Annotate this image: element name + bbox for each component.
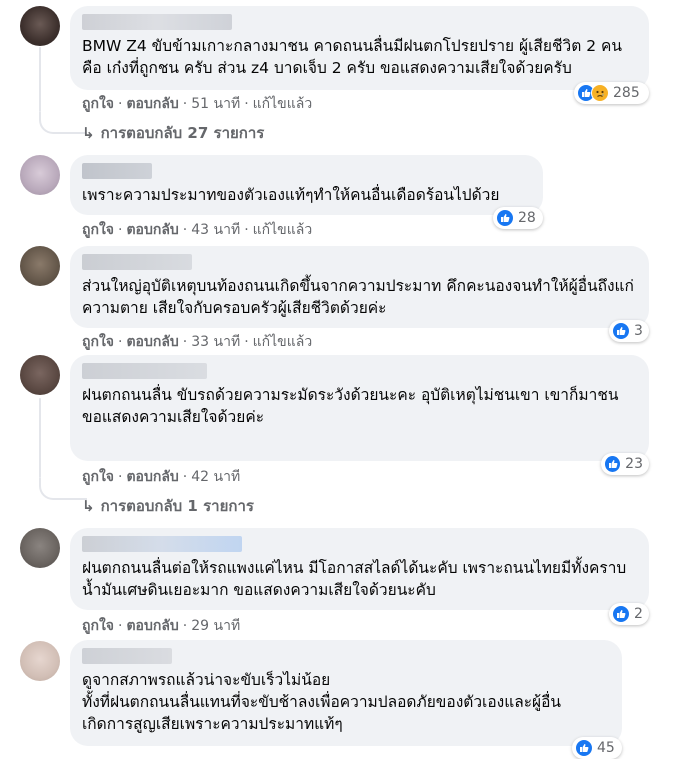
avatar[interactable] (20, 641, 60, 681)
comment-time[interactable]: 33 นาที (191, 334, 240, 350)
like-reaction-icon (575, 739, 593, 757)
comment-bubble: ส่วนใหญ่อุบัติเหตุบนท้องถนนเกิดขึ้นจากคว… (70, 246, 649, 328)
comment-time[interactable]: 29 นาที (191, 618, 240, 634)
commenter-name[interactable] (82, 254, 192, 270)
reaction-count: 285 (613, 85, 640, 101)
comment-time[interactable]: 42 นาที (191, 469, 240, 485)
comment-text: ส่วนใหญ่อุบัติเหตุบนท้องถนนเกิดขึ้นจากคว… (82, 277, 634, 317)
reply-button[interactable]: ตอบกลับ (126, 469, 178, 485)
comment-text: เพราะความประมาทของตัวเองแท้ๆทำให้คนอื่นเ… (82, 186, 500, 204)
reaction-summary[interactable]: 23 (601, 453, 649, 475)
reply-button[interactable]: ตอบกลับ (126, 334, 178, 350)
comment-text: ฝนตกถนนลื่น ขับรถด้วยความระมัดระวังด้วยน… (82, 386, 619, 426)
edited-label: แก้ไขแล้ว (252, 334, 313, 350)
sad-reaction-icon (591, 84, 609, 102)
comment-time[interactable]: 51 นาที (191, 96, 240, 112)
avatar[interactable] (20, 6, 60, 46)
thread-connector (39, 112, 87, 134)
comment-bubble: เพราะความประมาทของตัวเองแท้ๆทำให้คนอื่นเ… (70, 155, 543, 215)
commenter-name[interactable] (82, 363, 207, 379)
like-button[interactable]: ถูกใจ (82, 618, 114, 634)
like-button[interactable]: ถูกใจ (82, 469, 114, 485)
comment-actions: ถูกใจ · ตอบกลับ · 42 นาที (82, 469, 241, 485)
reaction-count: 3 (634, 323, 643, 339)
avatar[interactable] (20, 528, 60, 568)
comment-actions: ถูกใจ · ตอบกลับ · 51 นาที · แก้ไขแล้ว (82, 96, 313, 112)
comment-bubble: ฝนตกถนนลื่น ขับรถด้วยความระมัดระวังด้วยน… (70, 355, 649, 461)
avatar[interactable] (20, 246, 60, 286)
commenter-name[interactable] (82, 163, 152, 179)
view-replies-button[interactable]: ↳ การตอบกลับ 1 รายการ (82, 494, 254, 518)
comment-actions: ถูกใจ · ตอบกลับ · 33 นาที · แก้ไขแล้ว (82, 334, 313, 350)
like-reaction-icon (496, 209, 514, 227)
commenter-name[interactable] (82, 14, 232, 30)
reply-button[interactable]: ตอบกลับ (126, 96, 178, 112)
edited-label: แก้ไขแล้ว (252, 222, 313, 238)
reaction-count: 2 (634, 606, 643, 622)
reaction-summary[interactable]: 3 (609, 320, 649, 342)
comment-text: ฝนตกถนนลื่นต่อให้รถแพงแค่ไหน มีโอกาสสไลด… (82, 559, 627, 599)
reaction-summary[interactable]: 2 (609, 603, 649, 625)
like-button[interactable]: ถูกใจ (82, 96, 114, 112)
reply-button[interactable]: ตอบกลับ (126, 618, 178, 634)
reaction-count: 28 (518, 210, 536, 226)
view-replies-button[interactable]: ↳ การตอบกลับ 27 รายการ (82, 121, 264, 145)
comment-text: BMW Z4 ขับข้ามเกาะกลางมาชน คาดถนนลื่นมีฝ… (82, 37, 622, 77)
comment-text: ดูจากสภาพรถแล้วน่าจะขับเร็วไม่น้อย ทั้งท… (82, 671, 562, 733)
comment-actions: ถูกใจ · ตอบกลับ · 29 นาที (82, 618, 241, 634)
reply-arrow-icon: ↳ (82, 124, 95, 142)
comment-time[interactable]: 43 นาที (191, 222, 240, 238)
edited-label: แก้ไขแล้ว (252, 96, 313, 112)
thread-connector (39, 478, 87, 500)
reaction-count: 23 (625, 456, 643, 472)
reaction-count: 45 (597, 740, 615, 756)
like-reaction-icon (612, 605, 630, 623)
comment-bubble: BMW Z4 ขับข้ามเกาะกลางมาชน คาดถนนลื่นมีฝ… (70, 6, 649, 90)
like-button[interactable]: ถูกใจ (82, 334, 114, 350)
reaction-summary[interactable]: 28 (493, 207, 543, 229)
reaction-summary[interactable]: 285 (574, 82, 649, 104)
comment-bubble: ดูจากสภาพรถแล้วน่าจะขับเร็วไม่น้อย ทั้งท… (70, 640, 622, 746)
thread-line (39, 398, 41, 478)
like-reaction-icon (604, 455, 622, 473)
commenter-name[interactable] (82, 648, 172, 664)
reply-arrow-icon: ↳ (82, 497, 95, 515)
commenter-name[interactable] (82, 536, 242, 552)
comment-actions: ถูกใจ · ตอบกลับ · 43 นาที · แก้ไขแล้ว (82, 222, 313, 238)
reply-button[interactable]: ตอบกลับ (126, 222, 178, 238)
like-reaction-icon (612, 322, 630, 340)
thread-line (39, 47, 41, 112)
avatar[interactable] (20, 355, 60, 395)
like-button[interactable]: ถูกใจ (82, 222, 114, 238)
avatar[interactable] (20, 155, 60, 195)
reaction-summary[interactable]: 45 (572, 737, 622, 759)
comment-bubble: ฝนตกถนนลื่นต่อให้รถแพงแค่ไหน มีโอกาสสไลด… (70, 528, 649, 610)
